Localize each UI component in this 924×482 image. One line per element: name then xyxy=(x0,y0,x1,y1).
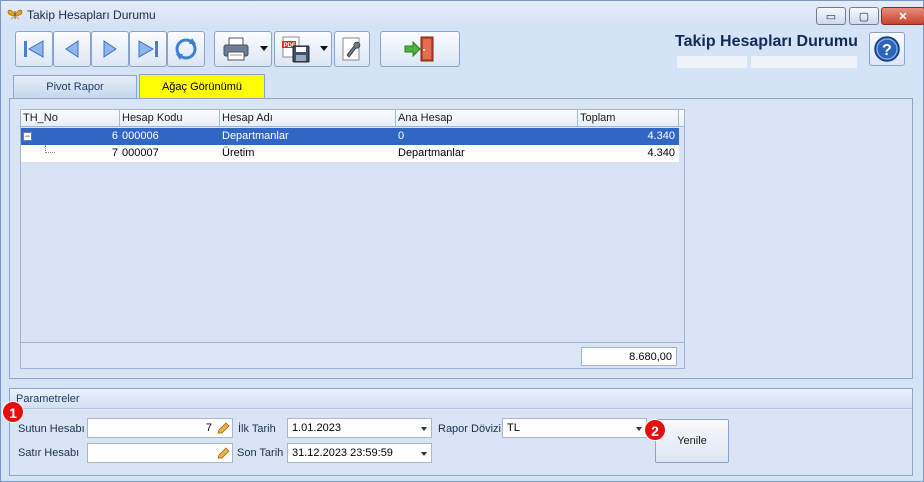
tab-label: Pivot Rapor xyxy=(46,81,104,93)
cell-hesap-adi: Üretim xyxy=(222,147,255,159)
grid-body: − 6 000006 Departmanlar 0 4.340 7 000007… xyxy=(21,128,684,341)
title-subfield-right xyxy=(751,56,857,68)
footer-total: 8.680,00 xyxy=(581,347,677,366)
pdf-save-icon: PDF xyxy=(282,36,310,63)
yenile-label: Yenile xyxy=(677,435,707,447)
help-icon: ? xyxy=(874,36,900,62)
cell-ana-hesap: 0 xyxy=(398,130,405,142)
report-title: Takip Hesapları Durumu xyxy=(675,33,858,50)
settings-button[interactable] xyxy=(334,31,370,67)
prev-record-button[interactable] xyxy=(53,31,91,67)
last-record-button[interactable] xyxy=(129,31,167,67)
cell-hesap-adi: Departmanlar xyxy=(222,130,289,142)
annotation-marker-2: 2 xyxy=(644,419,666,441)
column-header-hesap-adi[interactable]: Hesap Adı xyxy=(220,110,396,127)
tab-agac-gorunumu[interactable]: Ağaç Görünümü xyxy=(139,74,265,99)
collapse-icon[interactable]: − xyxy=(23,132,32,141)
pdf-save-button[interactable]: PDF xyxy=(274,31,332,67)
chevron-down-icon[interactable] xyxy=(636,427,642,431)
son-tarih-picker[interactable]: 31.12.2023 23:59:59 xyxy=(287,443,432,463)
column-header-th-no[interactable]: TH_No xyxy=(21,110,120,127)
help-button[interactable]: ? xyxy=(869,32,905,66)
tree-view-panel: TH_No Hesap Kodu Hesap Adı Ana Hesap Top… xyxy=(9,98,913,379)
parameters-title: Parametreler xyxy=(10,389,912,409)
rapor-dovizi-label: Rapor Dövizi xyxy=(438,423,501,435)
grid-footer: 8.680,00 xyxy=(21,342,684,368)
ilk-tarih-label: İlk Tarih xyxy=(238,423,276,435)
parameters-panel: Parametreler Sutun Hesabı 7 Satır Hesabı… xyxy=(9,388,913,476)
sutun-hesabi-label: Sutun Hesabı xyxy=(18,423,85,435)
print-icon xyxy=(223,37,249,61)
grid-header: TH_No Hesap Kodu Hesap Adı Ana Hesap Top… xyxy=(21,110,684,127)
sutun-hesabi-value: 7 xyxy=(205,422,212,434)
yenile-button[interactable]: Yenile xyxy=(655,419,729,463)
next-icon xyxy=(103,40,117,58)
chevron-down-icon xyxy=(260,46,268,51)
prev-icon xyxy=(65,40,79,58)
table-row[interactable]: − 6 000006 Departmanlar 0 4.340 xyxy=(21,128,679,145)
sutun-hesabi-input[interactable]: 7 xyxy=(87,418,233,438)
cell-th-no: 6 xyxy=(111,130,118,142)
title-subfield-left xyxy=(677,56,747,68)
cell-hesap-kodu: 000007 xyxy=(122,147,159,159)
cell-ana-hesap: Departmanlar xyxy=(398,147,465,159)
tab-pivot-rapor[interactable]: Pivot Rapor xyxy=(13,75,137,98)
settings-icon xyxy=(342,37,361,61)
ilk-tarih-picker[interactable]: 1.01.2023 xyxy=(287,418,432,438)
pencil-icon[interactable] xyxy=(217,422,230,434)
chevron-down-icon xyxy=(320,46,328,51)
tree-grid[interactable]: TH_No Hesap Kodu Hesap Adı Ana Hesap Top… xyxy=(20,109,685,369)
pencil-icon[interactable] xyxy=(217,447,230,459)
chevron-down-icon[interactable] xyxy=(421,452,427,456)
first-record-button[interactable] xyxy=(15,31,53,67)
satir-hesabi-input[interactable] xyxy=(87,443,233,463)
son-tarih-value: 31.12.2023 23:59:59 xyxy=(292,447,393,459)
ilk-tarih-value: 1.01.2023 xyxy=(292,422,341,434)
maximize-button[interactable]: ▢ xyxy=(849,7,879,25)
annotation-marker-1: 1 xyxy=(2,401,24,423)
son-tarih-label: Son Tarih xyxy=(237,447,284,459)
refresh-icon xyxy=(175,38,197,60)
last-icon xyxy=(138,40,158,58)
rapor-dovizi-value: TL xyxy=(507,422,520,434)
table-row[interactable]: 7 000007 Üretim Departmanlar 4.340 xyxy=(21,145,679,162)
window-title: Takip Hesapları Durumu xyxy=(27,8,156,22)
satir-hesabi-label: Satır Hesabı xyxy=(18,447,80,459)
butterfly-icon xyxy=(7,9,23,20)
refresh-button[interactable] xyxy=(167,31,205,67)
title-bar: Takip Hesapları Durumu ▭ ▢ ✕ xyxy=(1,1,924,29)
first-icon xyxy=(24,40,44,58)
maximize-icon: ▢ xyxy=(858,10,870,23)
svg-text:?: ? xyxy=(882,42,892,59)
cell-hesap-kodu: 000006 xyxy=(122,130,159,142)
column-header-ana-hesap[interactable]: Ana Hesap xyxy=(396,110,578,127)
close-icon: ✕ xyxy=(898,10,908,23)
cell-toplam: 4.340 xyxy=(647,147,675,159)
print-button[interactable] xyxy=(214,31,272,67)
tab-label: Ağaç Görünümü xyxy=(161,81,243,93)
column-header-hesap-kodu[interactable]: Hesap Kodu xyxy=(120,110,220,127)
exit-icon xyxy=(404,36,434,62)
tree-line xyxy=(45,145,55,153)
rapor-dovizi-select[interactable]: TL xyxy=(502,418,647,438)
minimize-icon: ▭ xyxy=(825,10,837,23)
minimize-button[interactable]: ▭ xyxy=(816,7,846,25)
next-record-button[interactable] xyxy=(91,31,129,67)
cell-toplam: 4.340 xyxy=(647,130,675,142)
chevron-down-icon[interactable] xyxy=(421,427,427,431)
app-window: Takip Hesapları Durumu ▭ ▢ ✕ PDF Takip H… xyxy=(0,0,924,482)
cell-th-no: 7 xyxy=(111,147,118,159)
column-header-toplam[interactable]: Toplam xyxy=(578,110,679,127)
close-button[interactable]: ✕ xyxy=(881,7,924,25)
exit-button[interactable] xyxy=(380,31,460,67)
